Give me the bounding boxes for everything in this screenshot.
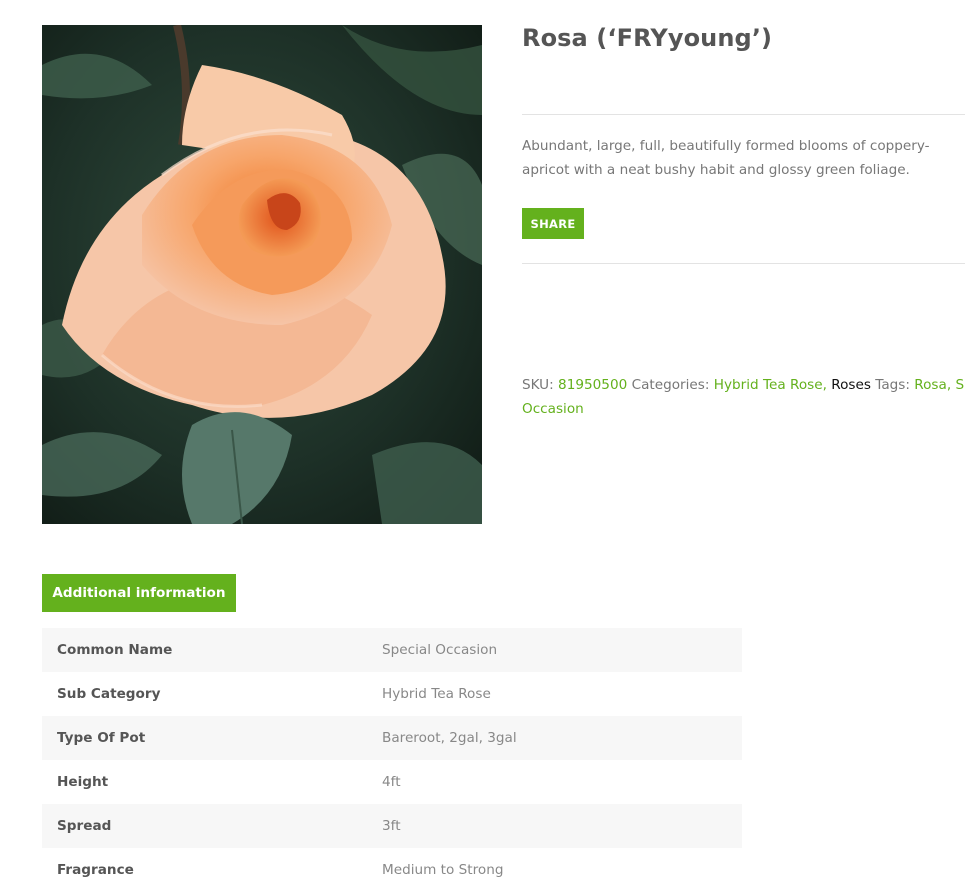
attribute-value: 4ft xyxy=(382,774,401,790)
attribute-label: Height xyxy=(57,774,109,790)
category-link-roses[interactable]: Roses xyxy=(831,377,871,393)
tab-additional-information[interactable]: Additional information xyxy=(42,574,236,612)
sku-value: 81950500 xyxy=(558,377,628,393)
attribute-label: Type Of Pot xyxy=(42,716,382,760)
table-row: Common Name Special Occasion xyxy=(42,628,742,672)
product-meta: SKU: 81950500 Categories: Hybrid Tea Ros… xyxy=(522,373,965,421)
attribute-value: Hybrid Tea Rose xyxy=(382,686,491,702)
share-button[interactable]: SHARE xyxy=(522,208,584,239)
attribute-value: Bareroot, 2gal, 3gal xyxy=(382,716,742,760)
tags-label: Tags: xyxy=(875,377,910,393)
table-row: Type Of Pot Bareroot, 2gal, 3gal xyxy=(42,716,742,760)
divider xyxy=(522,114,965,115)
categories-label: Categories: xyxy=(631,377,710,393)
tag-link-special-occasion[interactable]: Speci xyxy=(956,377,965,393)
tag-link-special-occasion-continued[interactable]: Occasion xyxy=(522,401,584,417)
sku-label: SKU: xyxy=(522,377,554,393)
attribute-label: Fragrance xyxy=(57,862,134,878)
table-row: Height 4ft xyxy=(42,760,742,804)
tag-link-rosa[interactable]: Rosa xyxy=(914,377,947,393)
attribute-value: Special Occasion xyxy=(382,628,742,672)
attribute-label: Spread xyxy=(42,804,382,848)
table-row: Sub Category Hybrid Tea Rose xyxy=(42,672,742,716)
tag-separator: , xyxy=(946,377,952,393)
attribute-label: Common Name xyxy=(42,628,382,672)
category-separator: , xyxy=(822,377,827,393)
rose-photo xyxy=(42,25,482,524)
category-link-hybrid-tea-rose[interactable]: Hybrid Tea Rose xyxy=(714,377,823,393)
divider xyxy=(522,263,965,264)
product-title: Rosa (‘FRYyoung’) xyxy=(522,24,773,52)
attribute-label: Sub Category xyxy=(57,686,161,702)
attribute-value: Medium to Strong xyxy=(382,862,504,878)
table-row: Fragrance Medium to Strong xyxy=(42,848,742,892)
additional-information-table: Common Name Special Occasion Sub Categor… xyxy=(42,628,742,892)
attribute-value: 3ft xyxy=(382,804,742,848)
product-description: Abundant, large, full, beautifully forme… xyxy=(522,138,930,178)
product-image[interactable] xyxy=(42,25,482,524)
table-row: Spread 3ft xyxy=(42,804,742,848)
